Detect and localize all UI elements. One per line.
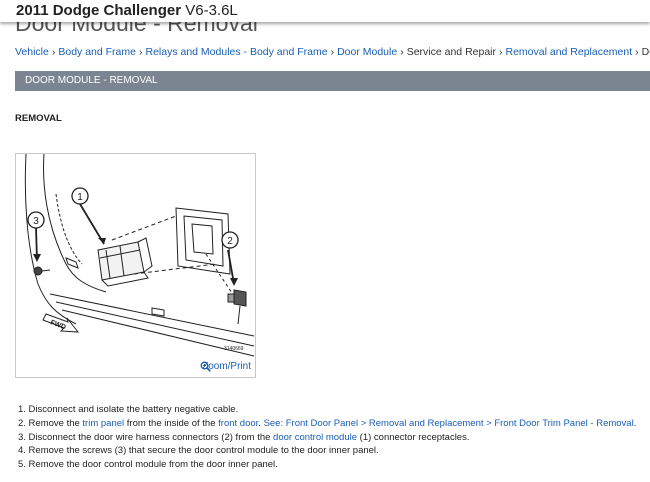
chevron-right-icon: ›	[330, 46, 335, 58]
chevron-right-icon: ›	[400, 46, 404, 58]
vehicle-title: 2011 Dodge Challenger V6-3.6L	[16, 2, 238, 19]
breadcrumb-door-module[interactable]: Door Module	[337, 46, 397, 58]
step-5: 5. Remove the door control module from t…	[18, 459, 278, 471]
callout-1: 1	[71, 187, 89, 205]
door-module-illustration: 1 2 3 FWD 3140669	[24, 154, 255, 357]
step-2: 2. Remove the trim panel from the inside…	[18, 417, 636, 431]
callout-3: 3	[27, 211, 45, 229]
removal-heading: REMOVAL	[15, 113, 62, 124]
door-control-module-link[interactable]: door control module	[273, 432, 357, 443]
step-2-text-mid: from the inside of the	[124, 417, 219, 429]
callout-2-label: 2	[227, 236, 233, 247]
fwd-arrow: FWD	[42, 313, 80, 333]
breadcrumb-relays-and-modules[interactable]: Relays and Modules - Body and Frame	[145, 46, 327, 58]
breadcrumb: Vehicle › Body and Frame › Relays and Module…	[15, 46, 650, 58]
breadcrumb-current: Door Mo	[641, 46, 650, 58]
trim-panel-link[interactable]: trim panel	[82, 418, 124, 429]
section-title-bar: DOOR MODULE - REMOVAL	[15, 71, 650, 91]
breadcrumb-vehicle[interactable]: Vehicle	[15, 46, 49, 58]
step-2-text-pre: 2. Remove the	[18, 417, 83, 429]
breadcrumb-service-and-repair: Service and Repair	[406, 46, 496, 58]
chevron-right-icon: ›	[635, 46, 639, 58]
breadcrumb-removal-and-replacement[interactable]: Removal and Replacement	[506, 46, 633, 58]
figure-id: 3140669	[224, 346, 244, 352]
chevron-right-icon: ›	[499, 46, 503, 58]
step-2-text-post: .	[633, 417, 637, 429]
front-door-trim-panel-removal-link[interactable]: See: Front Door Panel > Removal and Repl…	[264, 418, 634, 429]
step-4: 4. Remove the screws (3) that secure the…	[18, 445, 379, 457]
chevron-right-icon: ›	[51, 46, 56, 58]
vehicle-model: 2011 Dodge Challenger	[16, 2, 182, 19]
callout-3-label: 3	[33, 216, 39, 227]
callout-2: 2	[221, 231, 239, 249]
breadcrumb-body-and-frame[interactable]: Body and Frame	[58, 46, 136, 58]
vehicle-engine: V6-3.6L	[185, 2, 238, 19]
removal-steps-list: 1. Disconnect and isolate the battery ne…	[18, 403, 636, 472]
zoom-print-link[interactable]: Zoom/Print	[200, 361, 251, 372]
front-door-link[interactable]: front door	[218, 418, 258, 429]
door-module-figure[interactable]: 1 2 3 FWD 3140669 Zoom/Print	[15, 153, 256, 378]
callout-1-label: 1	[77, 192, 83, 203]
step-3-text-pre: 3. Disconnect the door wire harness conn…	[18, 431, 274, 443]
step-3: 3. Disconnect the door wire harness conn…	[18, 431, 636, 445]
vehicle-header-bar: 2011 Dodge Challenger V6-3.6L	[0, 0, 650, 22]
chevron-right-icon: ›	[138, 46, 143, 58]
step-1: 1. Disconnect and isolate the battery ne…	[18, 404, 239, 415]
step-3-text-post: (1) connector receptacles.	[357, 431, 470, 443]
